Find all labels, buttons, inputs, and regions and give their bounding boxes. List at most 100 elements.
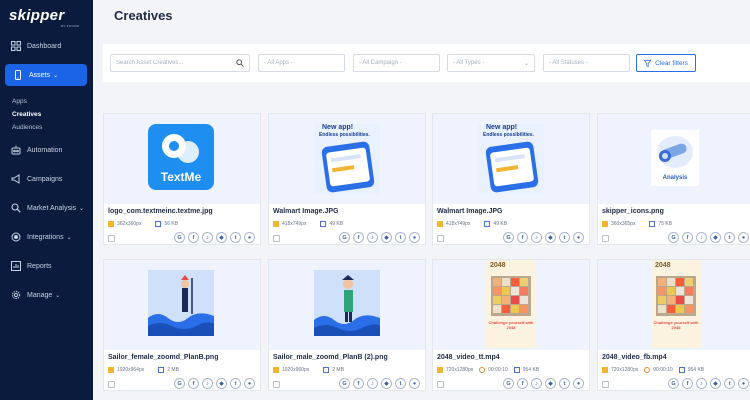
nav-automation[interactable]: Automation [0, 139, 93, 161]
snapchat-icon[interactable]: ◆ [216, 232, 227, 243]
creative-thumbnail[interactable]: TextMe [104, 114, 260, 204]
weight-icon [158, 367, 165, 373]
card-meta: 360x365px 75 KB [602, 221, 672, 227]
nav-market-analysis[interactable]: Market Analysis ⌄ [0, 197, 93, 219]
tiktok-icon[interactable]: ♪ [367, 378, 378, 389]
snapchat-icon[interactable]: ◆ [216, 378, 227, 389]
twitter-icon[interactable]: t [230, 232, 241, 243]
subnav-creatives[interactable]: Creatives [12, 111, 41, 118]
snapchat-icon[interactable]: ◆ [710, 232, 721, 243]
apple-icon[interactable]: ● [244, 378, 255, 389]
card-checkbox[interactable] [602, 235, 609, 242]
snapchat-icon[interactable]: ◆ [381, 378, 392, 389]
twitter-icon[interactable]: t [230, 378, 241, 389]
apple-icon[interactable]: ● [573, 378, 584, 389]
snapchat-icon[interactable]: ◆ [381, 232, 392, 243]
google-icon[interactable]: G [174, 378, 185, 389]
google-icon[interactable]: G [503, 232, 514, 243]
tiktok-icon[interactable]: ♪ [696, 378, 707, 389]
twitter-icon[interactable]: t [559, 378, 570, 389]
phone-mockup-icon [485, 140, 539, 194]
snapchat-icon[interactable]: ◆ [710, 378, 721, 389]
google-icon[interactable]: G [339, 378, 350, 389]
apple-icon[interactable]: ● [738, 378, 749, 389]
apps-select[interactable]: - All Apps - [258, 54, 345, 72]
types-select[interactable]: - All Types - ⌄ [447, 54, 535, 72]
facebook-icon[interactable]: f [353, 378, 364, 389]
tiktok-icon[interactable]: ♪ [202, 378, 213, 389]
creative-thumbnail[interactable] [104, 260, 260, 350]
tiktok-icon[interactable]: ♪ [696, 232, 707, 243]
creative-card[interactable]: Analysis skipper_icons.png 360x365px 75 … [597, 113, 750, 245]
twitter-icon[interactable]: t [724, 232, 735, 243]
apple-icon[interactable]: ● [573, 232, 584, 243]
creative-thumbnail[interactable]: 2048 Challenge yourself with 2048 [598, 260, 750, 350]
google-icon[interactable]: G [503, 378, 514, 389]
creative-card[interactable]: Sailor_male_zoomd_PlanB (2).png 1920x960… [268, 259, 426, 391]
tiktok-icon[interactable]: ♪ [531, 378, 542, 389]
facebook-icon[interactable]: f [682, 378, 693, 389]
nav-manage[interactable]: Manage ⌄ [0, 284, 93, 306]
google-icon[interactable]: G [339, 232, 350, 243]
snapchat-icon[interactable]: ◆ [545, 378, 556, 389]
facebook-icon[interactable]: f [188, 232, 199, 243]
twitter-icon[interactable]: t [724, 378, 735, 389]
card-duration: 00:00:10 [488, 367, 508, 373]
creative-card[interactable]: TextMe logo_com.textmeinc.textme.jpg 362… [103, 113, 261, 245]
subnav-apps[interactable]: Apps [12, 98, 27, 105]
creative-card[interactable]: 2048 Challenge yourself with 2048 2048_v… [597, 259, 750, 391]
nav-reports[interactable]: Reports [0, 255, 93, 277]
chevron-down-icon: ⌄ [53, 72, 59, 79]
search-icon[interactable] [236, 59, 244, 67]
clear-filters-button[interactable]: Clear filters [636, 54, 696, 72]
creative-card[interactable]: Sailor_female_zoomd_PlanB.png 1920x964px… [103, 259, 261, 391]
facebook-icon[interactable]: f [353, 232, 364, 243]
apps-select-value: - All Apps - [264, 60, 293, 66]
creative-thumbnail[interactable]: New app! Endless possibilities. [433, 114, 589, 204]
card-checkbox[interactable] [602, 381, 609, 388]
card-checkbox[interactable] [437, 235, 444, 242]
creative-card[interactable]: New app! Endless possibilities. Walmart … [432, 113, 590, 245]
card-checkbox[interactable] [273, 235, 280, 242]
creative-card[interactable]: 2048 Challenge yourself with 2048 2048_v… [432, 259, 590, 391]
twitter-icon[interactable]: t [559, 232, 570, 243]
google-icon[interactable]: G [174, 232, 185, 243]
google-icon[interactable]: G [668, 232, 679, 243]
twitter-icon[interactable]: t [395, 232, 406, 243]
facebook-icon[interactable]: f [188, 378, 199, 389]
subnav-audiences[interactable]: Audiences [12, 124, 42, 131]
card-checkbox[interactable] [273, 381, 280, 388]
campaign-select[interactable]: - All Campaign - [353, 54, 440, 72]
creative-thumbnail[interactable]: 2048 Challenge yourself with 2048 [433, 260, 589, 350]
card-checkbox[interactable] [108, 235, 115, 242]
apple-icon[interactable]: ● [738, 232, 749, 243]
apple-icon[interactable]: ● [409, 232, 420, 243]
tiktok-icon[interactable]: ♪ [202, 232, 213, 243]
facebook-icon[interactable]: f [682, 232, 693, 243]
tiktok-icon[interactable]: ♪ [367, 232, 378, 243]
facebook-icon[interactable]: f [517, 232, 528, 243]
facebook-icon[interactable]: f [517, 378, 528, 389]
card-title: logo_com.textmeinc.textme.jpg [108, 208, 213, 215]
nav-campaigns[interactable]: Campaigns [0, 168, 93, 190]
google-icon[interactable]: G [668, 378, 679, 389]
nav-dashboard[interactable]: Dashboard [0, 35, 93, 57]
nav-assets[interactable]: Assets ⌄ [5, 64, 87, 86]
card-checkbox[interactable] [108, 381, 115, 388]
apple-icon[interactable]: ● [244, 232, 255, 243]
creative-thumbnail[interactable] [269, 260, 425, 350]
snapchat-icon[interactable]: ◆ [545, 232, 556, 243]
creative-card[interactable]: New app! Endless possibilities. Walmart … [268, 113, 426, 245]
creative-thumbnail[interactable]: New app! Endless possibilities. [269, 114, 425, 204]
tiktok-icon[interactable]: ♪ [531, 232, 542, 243]
logo-subtitle: BY ZOOMD [61, 24, 80, 28]
twitter-icon[interactable]: t [395, 378, 406, 389]
card-checkbox[interactable] [437, 381, 444, 388]
card-meta: 362x360px 56 KB [108, 221, 178, 227]
statuses-select[interactable]: - All Statuses - [543, 54, 630, 72]
skipper-logo[interactable]: skipper BY ZOOMD [9, 7, 85, 29]
apple-icon[interactable]: ● [409, 378, 420, 389]
nav-integrations[interactable]: Integrations ⌄ [0, 226, 93, 248]
search-input[interactable] [116, 60, 231, 66]
creative-thumbnail[interactable]: Analysis [598, 114, 750, 204]
